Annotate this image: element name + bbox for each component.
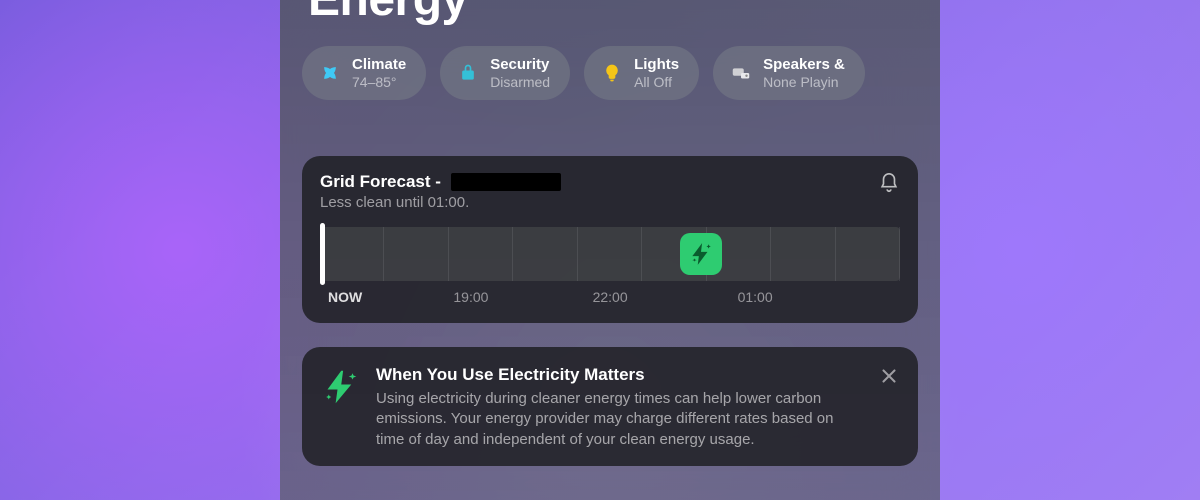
grid-forecast-card[interactable]: Grid Forecast - Less clean until 01:00. <box>302 156 918 323</box>
forecast-subtitle: Less clean until 01:00. <box>320 194 561 211</box>
energy-tip-card: When You Use Electricity Matters Using e… <box>302 347 918 466</box>
forecast-title: Grid Forecast - <box>320 172 441 192</box>
timeline-label-now: NOW <box>328 289 362 305</box>
lights-pill[interactable]: Lights All Off <box>584 46 699 100</box>
clean-energy-marker <box>680 233 722 275</box>
speakers-label: Speakers & <box>763 56 845 73</box>
lights-value: All Off <box>634 74 679 90</box>
clean-energy-icon <box>320 367 360 407</box>
speakers-pill[interactable]: Speakers & None Playin <box>713 46 865 100</box>
close-icon[interactable] <box>878 365 900 387</box>
timeline-label: 01:00 <box>738 289 773 305</box>
timeline-segment <box>449 227 513 281</box>
security-value: Disarmed <box>490 74 550 90</box>
timeline-segment <box>384 227 448 281</box>
bell-icon[interactable] <box>878 172 900 194</box>
lights-label: Lights <box>634 56 679 73</box>
energy-panel: Energy Climate 74–85° Security Disarmed <box>280 0 940 500</box>
page-title: Energy <box>308 0 468 27</box>
tip-text: Using electricity during cleaner energy … <box>376 389 862 450</box>
fan-icon <box>318 61 342 85</box>
climate-label: Climate <box>352 56 406 73</box>
timeline-label: 19:00 <box>453 289 488 305</box>
timeline-segment <box>320 227 384 281</box>
forecast-title-row: Grid Forecast - <box>320 172 561 192</box>
timeline-segment <box>836 227 900 281</box>
lightbulb-icon <box>600 61 624 85</box>
forecast-header: Grid Forecast - Less clean until 01:00. <box>320 172 900 211</box>
security-pill[interactable]: Security Disarmed <box>440 46 570 100</box>
security-label: Security <box>490 56 550 73</box>
climate-value: 74–85° <box>352 74 406 90</box>
lock-icon <box>456 61 480 85</box>
forecast-timeline[interactable] <box>320 227 900 281</box>
speakers-value: None Playin <box>763 74 845 90</box>
speakers-icon <box>729 61 753 85</box>
timeline-segment <box>513 227 577 281</box>
climate-pill[interactable]: Climate 74–85° <box>302 46 426 100</box>
timeline-segment <box>578 227 642 281</box>
speakers-labels: Speakers & None Playin <box>763 56 845 89</box>
security-labels: Security Disarmed <box>490 56 550 89</box>
now-indicator <box>320 223 325 285</box>
timeline-labels: NOW 19:00 22:00 01:00 <box>320 289 900 309</box>
climate-labels: Climate 74–85° <box>352 56 406 89</box>
timeline-label: 22:00 <box>593 289 628 305</box>
redacted-location <box>451 173 561 191</box>
lights-labels: Lights All Off <box>634 56 679 89</box>
tip-body: When You Use Electricity Matters Using e… <box>376 365 862 450</box>
tip-title: When You Use Electricity Matters <box>376 365 862 385</box>
timeline-segment <box>771 227 835 281</box>
